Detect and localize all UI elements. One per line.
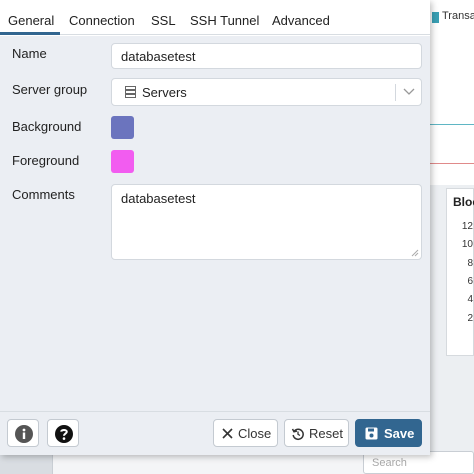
server-dialog: General Connection SSL SSH Tunnel Advanc… <box>0 0 430 455</box>
comments-value: databasetest <box>121 191 196 206</box>
tab-ssh-tunnel[interactable]: SSH Tunnel <box>190 13 259 28</box>
server-group-value: Servers <box>142 85 187 100</box>
comments-label: Comments <box>12 187 75 202</box>
background-label: Background <box>12 119 82 134</box>
info-icon <box>15 425 33 443</box>
save-button-label: Save <box>384 426 415 441</box>
dialog-body: Name databasetest Server group Servers B… <box>0 36 430 411</box>
close-icon <box>222 428 233 439</box>
chart-line-teal <box>430 124 474 125</box>
close-button-label: Close <box>238 426 272 441</box>
tab-connection[interactable]: Connection <box>69 13 135 28</box>
reset-button[interactable]: Reset <box>284 419 349 447</box>
tab-bar: General Connection SSL SSH Tunnel Advanc… <box>0 8 430 35</box>
resize-handle-icon[interactable] <box>411 249 419 257</box>
background-color-swatch[interactable] <box>111 116 134 139</box>
help-icon <box>55 425 73 443</box>
chart-line-red <box>430 163 474 164</box>
background-card: Bloc 12 10 8 6 4 2 <box>446 188 474 356</box>
axis-tick: 2 <box>467 313 473 324</box>
background-chart-panel <box>428 0 474 185</box>
tab-advanced[interactable]: Advanced <box>272 13 330 28</box>
legend-label: Transa <box>442 10 474 22</box>
save-icon <box>365 427 378 440</box>
active-tab-indicator <box>0 32 60 35</box>
server-group-label: Server group <box>12 82 88 97</box>
dialog-footer: Close Reset Save <box>0 411 430 455</box>
help-button[interactable] <box>47 419 79 447</box>
legend-swatch <box>432 12 439 23</box>
axis-tick: 4 <box>467 294 473 305</box>
server-group-icon <box>125 86 136 98</box>
reset-button-label: Reset <box>309 426 343 441</box>
name-label: Name <box>12 46 47 61</box>
comments-textarea[interactable]: databasetest <box>111 184 422 260</box>
foreground-label: Foreground <box>12 153 80 168</box>
background-card-title: Bloc <box>453 195 474 209</box>
name-input[interactable]: databasetest <box>111 43 422 69</box>
axis-tick: 6 <box>467 276 473 287</box>
save-button[interactable]: Save <box>355 419 422 447</box>
close-button[interactable]: Close <box>213 419 278 447</box>
axis-tick: 8 <box>467 258 473 269</box>
server-group-select[interactable]: Servers <box>111 78 422 106</box>
tab-general[interactable]: General <box>8 13 54 28</box>
foreground-color-swatch[interactable] <box>111 150 134 173</box>
reset-icon <box>291 428 304 441</box>
tab-ssl[interactable]: SSL <box>151 13 176 28</box>
info-button[interactable] <box>7 419 39 447</box>
chevron-down-icon[interactable] <box>402 86 416 98</box>
axis-tick: 12 <box>461 221 473 232</box>
select-divider <box>395 84 396 101</box>
axis-tick: 10 <box>461 239 473 250</box>
